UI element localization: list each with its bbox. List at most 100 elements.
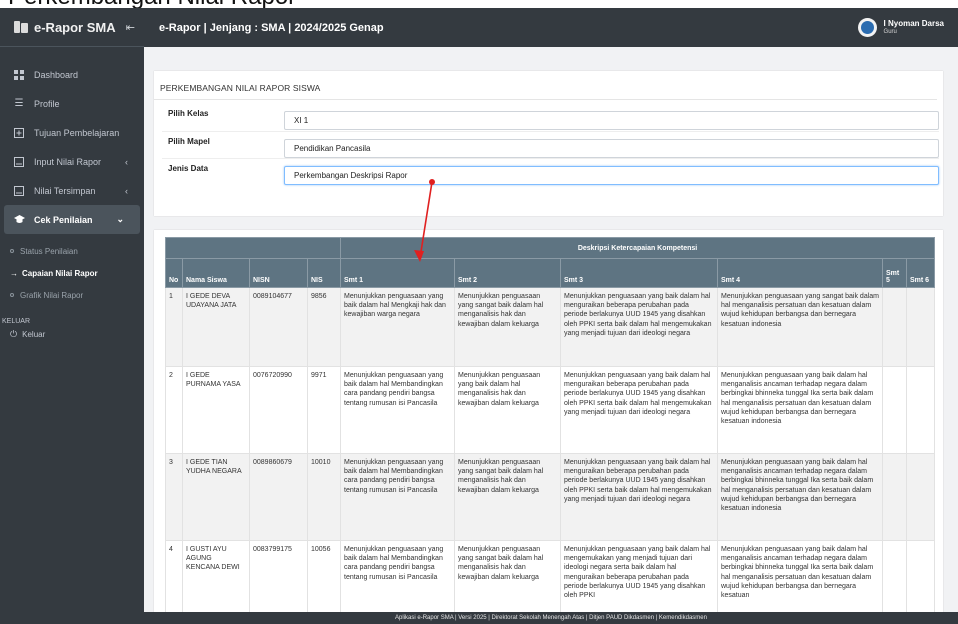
cell-nama: I GUSTI AYU AGUNG KENCANA DEWI	[182, 540, 250, 612]
form-icon	[13, 185, 25, 196]
cell-smt2: Menunjukkan penguasaan yang baik dalam h…	[454, 366, 561, 454]
col-header-smt4: Smt 4	[717, 258, 883, 288]
cell-nis: 9971	[307, 366, 341, 454]
cell-smt1: Menunjukkan penguasaan yang baik dalam h…	[340, 540, 455, 612]
chevron-down-icon: ⌄	[116, 214, 124, 224]
cell-smt2: Menunjukkan penguasaan yang sangat baik …	[454, 287, 561, 367]
cell-nama: I GEDE DEVA UDAYANA JATA	[182, 287, 250, 367]
footer: Aplikasi e-Rapor SMA | Versi 2025 | Dire…	[144, 612, 958, 624]
table-row: 2 I GEDE PURNAMA YASA 0076720990 9971 Me…	[165, 366, 936, 454]
col-header-smt2: Smt 2	[454, 258, 561, 288]
sidebar-item-dashboard[interactable]: Dashboard	[0, 60, 144, 89]
user-menu[interactable]: I Nyoman Darsa Guru	[884, 19, 944, 37]
mapel-row: Pilih Mapel Pendidikan Pancasila	[162, 131, 939, 158]
form-icon	[13, 156, 25, 167]
dashboard-icon	[13, 69, 25, 80]
sidebar-item-label: Cek Penilaian	[34, 214, 93, 225]
sidebar-subitem-label: Grafik Nilai Rapor	[20, 290, 84, 300]
sidebar-item-cek-penilaian[interactable]: Cek Penilaian ⌄	[4, 205, 140, 234]
cell-smt3: Menunjukkan penguasaan yang baik dalam h…	[560, 540, 718, 612]
cell-smt4: Menunjukkan penguasaan yang baik dalam h…	[717, 366, 883, 454]
jenis-data-select[interactable]: Perkembangan Deskripsi Rapor	[284, 166, 939, 185]
mapel-label: Pilih Mapel	[168, 137, 210, 146]
cell-nisn: 0089860679	[249, 453, 308, 541]
col-header-smt6: Smt 6	[905, 258, 936, 288]
sidebar-item-label: Nilai Tersimpan	[34, 185, 96, 196]
brand-title[interactable]: e-Rapor SMA	[34, 20, 126, 35]
mapel-select[interactable]: Pendidikan Pancasila	[284, 139, 939, 158]
cell-smt4: Menunjukkan penguasaan yang baik dalam h…	[717, 540, 883, 612]
sidebar-subitem-status-penilaian[interactable]: Status Penilaian	[0, 240, 144, 262]
sidebar-item-label: Tujuan Pembelajaran	[34, 127, 120, 138]
cell-smt5	[882, 540, 907, 612]
sidebar-subitem-capaian-nilai-rapor[interactable]: → Capaian Nilai Rapor	[0, 262, 144, 284]
caption-text: Perkembangan Nilai Rapor	[8, 0, 296, 8]
cell-nis: 10010	[307, 453, 341, 541]
cell-smt1: Menunjukkan penguasaan yang baik dalam h…	[340, 453, 455, 541]
avatar[interactable]	[857, 18, 877, 37]
user-name: I Nyoman Darsa	[883, 18, 944, 28]
perkembangan-table: Deskripsi Ketercapaian Kompetensi No Nam…	[165, 237, 936, 612]
col-header-no: No	[165, 258, 183, 288]
kelas-select[interactable]: XI 1	[284, 111, 939, 130]
sidebar-item-tujuan-pembelajaran[interactable]: Tujuan Pembelajaran	[0, 118, 144, 147]
sidebar-item-logout[interactable]: ⏻ Keluar	[0, 325, 144, 343]
results-card: Deskripsi Ketercapaian Kompetensi No Nam…	[154, 230, 943, 612]
cell-smt3: Menunjukkan penguasaan yang baik dalam h…	[560, 366, 718, 454]
kelas-label: Pilih Kelas	[168, 109, 209, 118]
cell-smt6	[905, 540, 936, 612]
header-spacer	[165, 237, 341, 259]
cell-smt2: Menunjukkan penguasaan yang sangat baik …	[454, 540, 561, 612]
sidebar-subitem-label: Status Penilaian	[20, 246, 78, 256]
chevron-left-icon: ‹	[125, 156, 128, 167]
cell-smt1: Menunjukkan penguasaan yang baik dalam h…	[340, 366, 455, 454]
cell-no: 2	[165, 366, 183, 454]
sidebar-item-profile[interactable]: ☰ Profile	[0, 89, 144, 118]
sidebar-collapse-icon[interactable]: ⇤	[126, 21, 135, 34]
logout-label: Keluar	[22, 329, 46, 339]
sidebar-item-input-nilai-rapor[interactable]: Input Nilai Rapor ‹	[0, 147, 144, 176]
add-square-icon	[13, 127, 25, 138]
cell-nisn: 0083799175	[249, 540, 308, 612]
cell-smt3: Menunjukkan penguasaan yang baik dalam h…	[560, 453, 718, 541]
circle-icon	[10, 293, 14, 297]
cell-nisn: 0076720990	[249, 366, 308, 454]
cell-no: 4	[165, 540, 183, 612]
main-content: PERKEMBANGAN NILAI RAPOR SISWA Pilih Kel…	[144, 47, 958, 612]
page-context-title: e-Rapor | Jenjang : SMA | 2024/2025 Gena…	[159, 21, 384, 34]
brand-bar: e-Rapor SMA ⇤	[0, 8, 144, 47]
sidebar-item-label: Profile	[34, 98, 60, 109]
cell-smt1: Menunjukkan penguasaan yang baik dalam h…	[340, 287, 455, 367]
app-logo-icon	[14, 21, 28, 33]
table-row: 1 I GEDE DEVA UDAYANA JATA 0089104677 98…	[165, 287, 936, 367]
sidebar-nav: Dashboard ☰ Profile Tujuan Pembelajaran …	[0, 47, 144, 343]
table-row: 4 I GUSTI AYU AGUNG KENCANA DEWI 0083799…	[165, 540, 936, 612]
cell-smt4: Menunjukkan penguasaan yang baik dalam h…	[717, 453, 883, 541]
user-role: Guru	[883, 28, 897, 35]
filter-card: PERKEMBANGAN NILAI RAPOR SISWA Pilih Kel…	[154, 71, 943, 216]
sidebar-subitem-grafik-nilai-rapor[interactable]: Grafik Nilai Rapor	[0, 284, 144, 306]
sidebar-item-nilai-tersimpan[interactable]: Nilai Tersimpan ‹	[0, 176, 144, 205]
sidebar-subitem-label: Capaian Nilai Rapor	[22, 268, 98, 278]
jenis-data-row: Jenis Data Perkembangan Deskripsi Rapor	[162, 158, 939, 185]
table-row: 3 I GEDE TIAN YUDHA NEGARA 0089860679 10…	[165, 453, 936, 541]
group-header: Deskripsi Ketercapaian Kompetensi	[339, 237, 936, 259]
cell-no: 1	[165, 287, 183, 367]
cell-nama: I GEDE PURNAMA YASA	[182, 366, 250, 454]
col-header-nis: NIS	[307, 258, 341, 288]
cell-no: 3	[165, 453, 183, 541]
cell-smt6	[905, 287, 936, 367]
sidebar-item-label: Input Nilai Rapor	[34, 156, 102, 167]
page-caption: Perkembangan Nilai Rapor	[0, 0, 958, 8]
cell-nis: 10056	[307, 540, 341, 612]
col-header-nama: Nama Siswa	[182, 258, 250, 288]
col-header-nisn: NISN	[249, 258, 308, 288]
arrow-right-icon: →	[10, 268, 18, 278]
school-emblem-icon	[860, 21, 874, 34]
graduation-cap-icon	[13, 215, 25, 225]
cell-smt6	[905, 453, 936, 541]
cell-smt5	[882, 287, 907, 367]
logout-icon: ⏻	[10, 328, 18, 339]
col-header-smt3: Smt 3	[560, 258, 718, 288]
sidebar-item-label: Dashboard	[34, 69, 79, 80]
